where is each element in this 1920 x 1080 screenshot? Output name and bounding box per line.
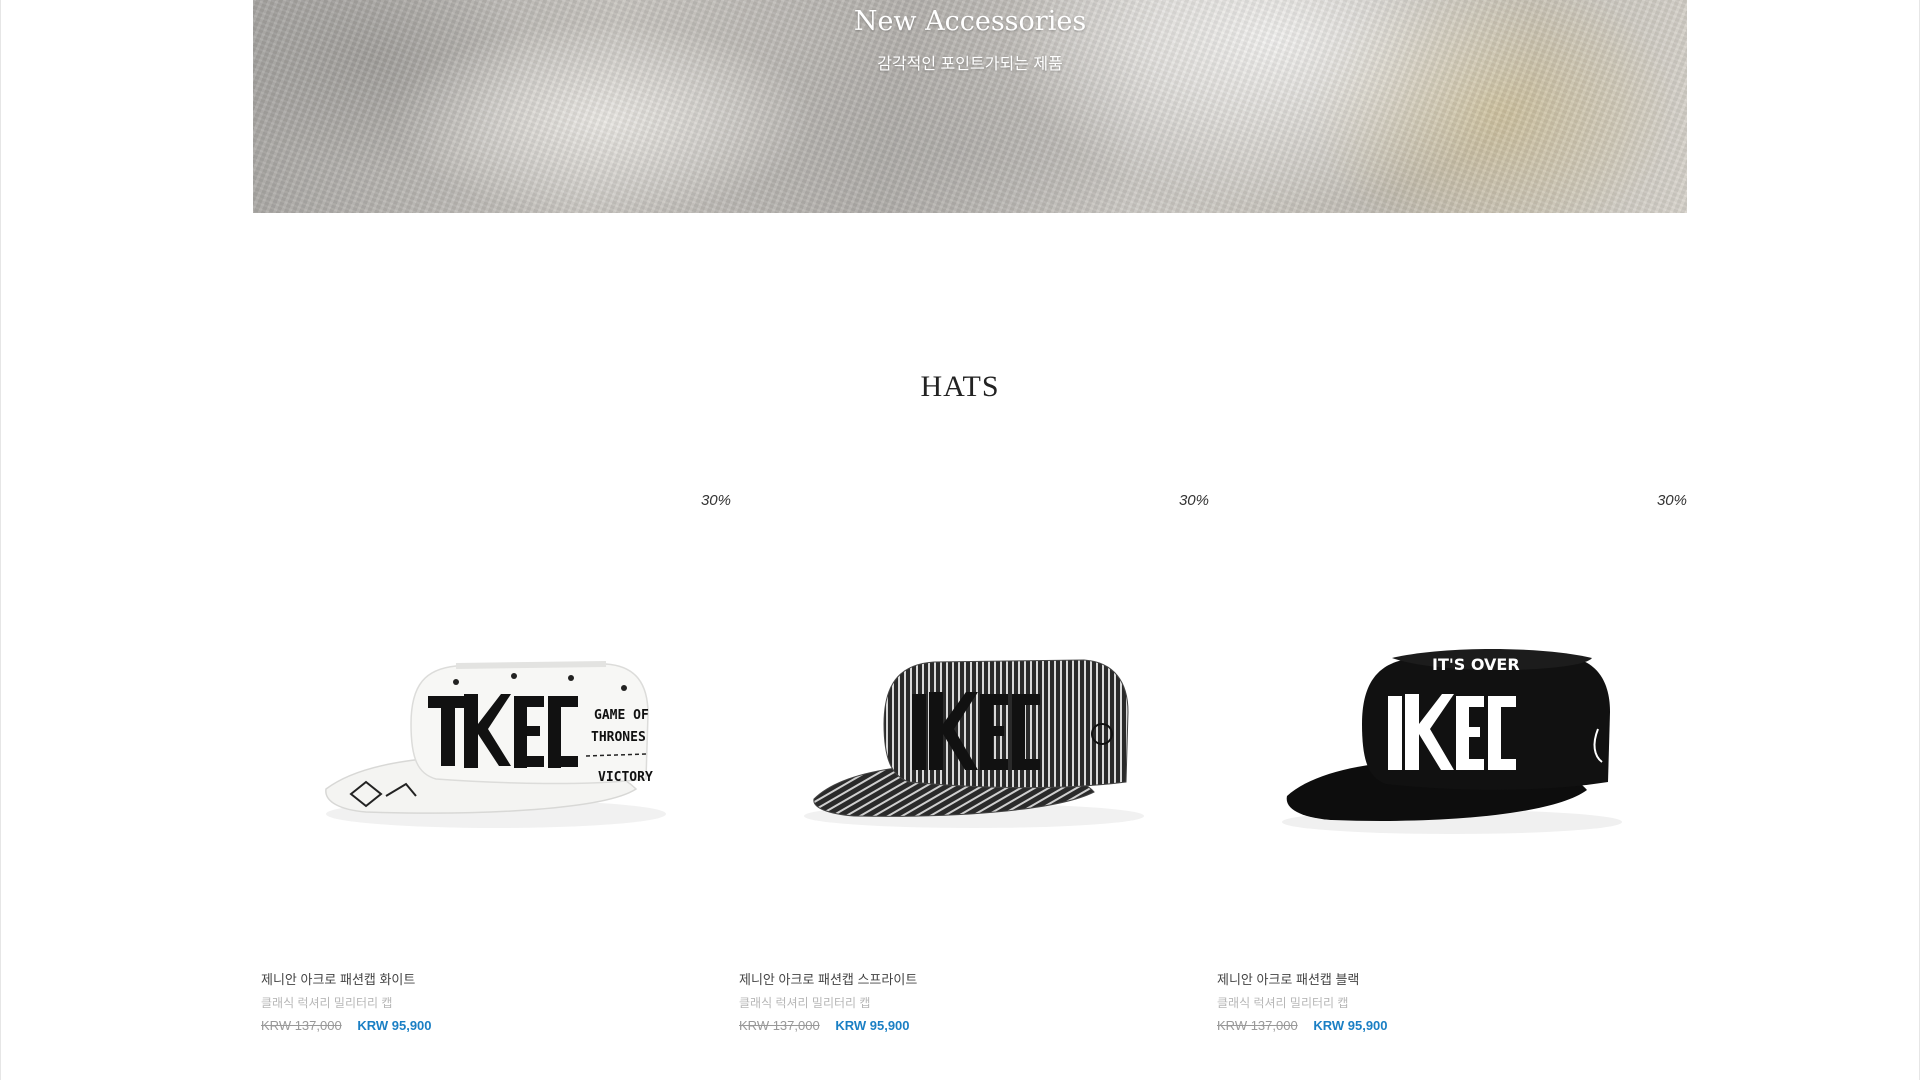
discount-badge: 30% xyxy=(1656,492,1687,509)
product-image[interactable]: 30% GAME OF THRONES VICTORY xyxy=(261,484,731,954)
product-name[interactable]: 제니안 아크로 패션캡 블랙 xyxy=(1217,969,1359,988)
discount-badge: 30% xyxy=(700,492,731,509)
discount-badge: 30% xyxy=(1178,492,1209,509)
product-prices: KRW 137,000 KRW 95,900 xyxy=(1217,1018,1388,1033)
product-prices: KRW 137,000 KRW 95,900 xyxy=(739,1018,910,1033)
hat-top-text: IT'S OVER xyxy=(1432,655,1520,674)
product-name[interactable]: 제니안 아크로 패션캡 화이트 xyxy=(261,969,415,988)
product-card[interactable]: 30% GAME OF THRONES VICTORY 제니안 아크로 패션캡 … xyxy=(261,484,731,1044)
product-card[interactable]: 30% IT'S OVER 제니안 아크로 패션캡 블랙 클래식 럭셔리 밀리터… xyxy=(1217,484,1687,1044)
hat-side-text-2: THRONES xyxy=(591,730,646,745)
accessories-banner[interactable]: New Accessories 감각적인 포인트가되는 제품 xyxy=(253,0,1687,213)
page-left-border xyxy=(0,0,1,1080)
striped-hat-image xyxy=(804,659,1144,828)
sale-price: KRW 95,900 xyxy=(835,1018,910,1033)
product-name[interactable]: 제니안 아크로 패션캡 스프라이트 xyxy=(739,969,917,988)
sale-price: KRW 95,900 xyxy=(1313,1018,1388,1033)
product-image[interactable]: 30% xyxy=(739,484,1209,954)
black-hat-image: IT'S OVER xyxy=(1282,649,1622,834)
banner-title: New Accessories xyxy=(853,6,1087,37)
hat-side-text-3: VICTORY xyxy=(598,770,653,785)
product-description: 클래식 럭셔리 밀리터리 캡 xyxy=(1217,996,1349,1010)
original-price: KRW 137,000 xyxy=(1217,1018,1298,1033)
product-card[interactable]: 30% 제니안 아크로 패션캡 스프라이트 클래식 럭셔리 밀리터리 캡 KRW… xyxy=(739,484,1209,1044)
original-price: KRW 137,000 xyxy=(261,1018,342,1033)
banner-subtitle: 감각적인 포인트가되는 제품 xyxy=(877,56,1063,73)
sale-price: KRW 95,900 xyxy=(357,1018,432,1033)
product-prices: KRW 137,000 KRW 95,900 xyxy=(261,1018,432,1033)
white-hat-image: GAME OF THRONES VICTORY xyxy=(325,661,666,828)
product-description: 클래식 럭셔리 밀리터리 캡 xyxy=(739,996,871,1010)
original-price: KRW 137,000 xyxy=(739,1018,820,1033)
product-image[interactable]: 30% IT'S OVER xyxy=(1217,484,1687,954)
hat-side-text-1: GAME OF xyxy=(594,708,649,723)
product-description: 클래식 럭셔리 밀리터리 캡 xyxy=(261,996,393,1010)
section-title: HATS xyxy=(920,370,1000,403)
